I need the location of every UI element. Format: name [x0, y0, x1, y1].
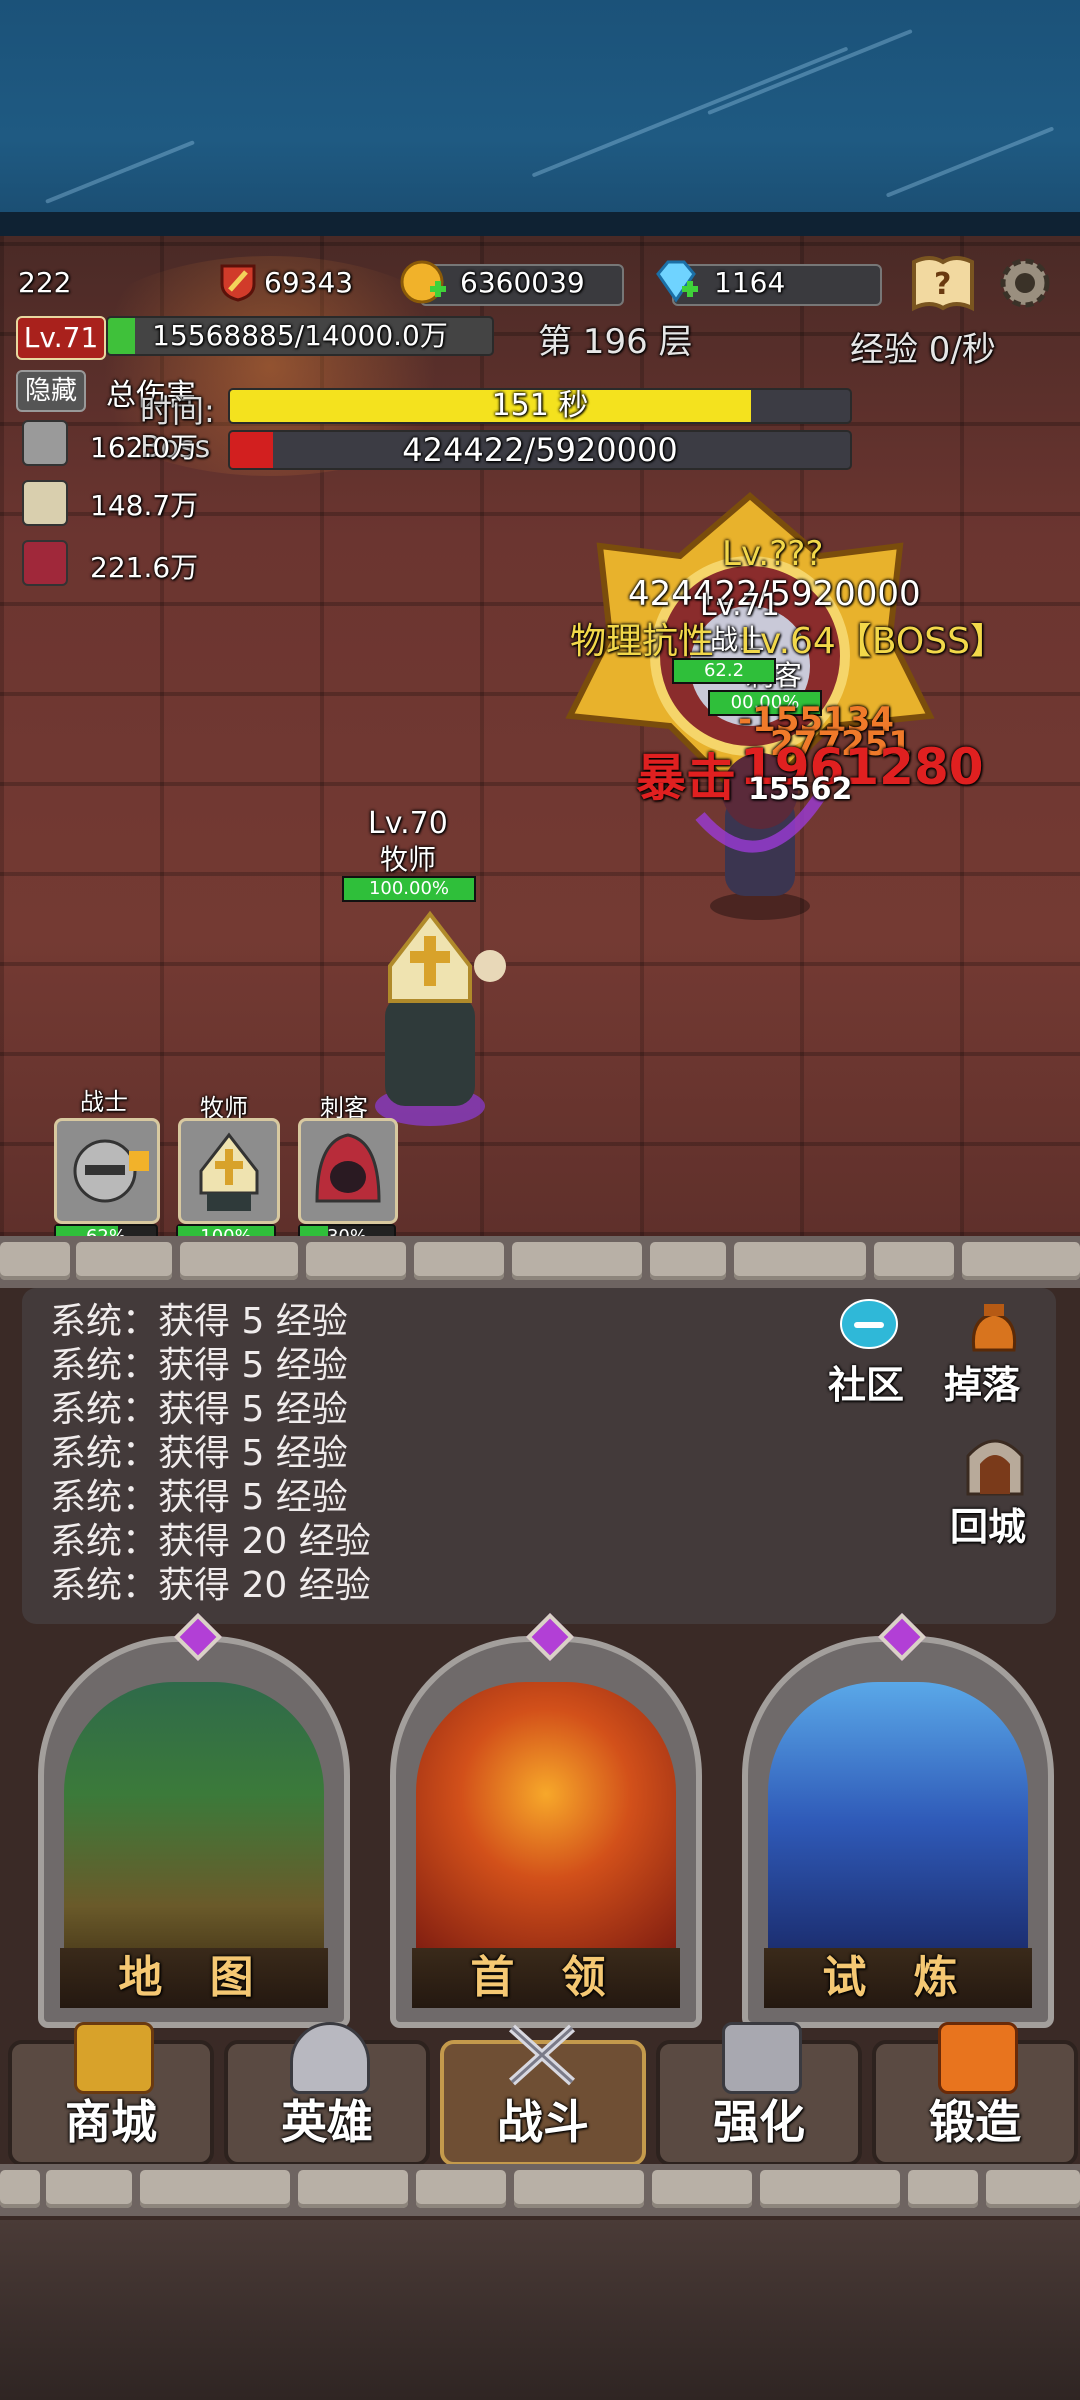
return-city-label: 回城: [950, 1505, 1027, 1549]
assassin-overlay-hp: 62.2: [672, 658, 776, 684]
assassin-portrait-icon: [22, 540, 68, 586]
priest-hat-icon: [199, 1132, 259, 1211]
priest-portrait-icon: [22, 480, 68, 526]
anvil-icon: [938, 2022, 1018, 2094]
hide-button[interactable]: 隐藏: [16, 370, 86, 412]
boss-label: 首 领: [412, 1948, 680, 2008]
time-bar: 151 秒: [228, 388, 852, 424]
stone-border-bottom: [0, 2164, 1080, 2216]
warrior-portrait-icon: [22, 420, 68, 466]
level-badge: Lv.71: [16, 316, 106, 360]
priest-level: Lv.70: [368, 806, 448, 841]
nav-forge-label: 锻造: [929, 2095, 1021, 2149]
trial-art: [768, 1682, 1028, 1962]
trial-label: 试 炼: [764, 1948, 1032, 2008]
party-name-warrior: 战士: [80, 1088, 128, 1116]
nav-battle-label: 战斗: [497, 2095, 589, 2149]
sky-background: [0, 0, 1080, 232]
warrior-helmet-icon: [73, 1139, 149, 1203]
ground-background: [0, 2220, 1080, 2400]
community-button[interactable]: 社区: [828, 1298, 912, 1407]
boss-hp-bar-label: 424422/5920000: [402, 431, 678, 469]
crossed-swords-icon: [508, 2024, 576, 2086]
nav-forge[interactable]: 锻造: [872, 2022, 1078, 2166]
priest-sprite: [375, 910, 506, 1126]
diamond-icon: [656, 260, 698, 303]
horned-helmet-icon: [290, 2022, 370, 2094]
boss-level: Lv.???: [722, 534, 824, 574]
map-art: [64, 1682, 324, 1962]
nav-shop[interactable]: 商城: [8, 2022, 214, 2166]
community-label: 社区: [828, 1363, 905, 1407]
map-card[interactable]: 地 图: [38, 1612, 350, 2028]
priest-name: 牧师: [380, 843, 437, 876]
exp-bar-label: 15568885/14000.0万: [152, 319, 448, 352]
diamond-value: 1164: [714, 266, 786, 299]
exp-bar: 15568885/14000.0万: [106, 316, 494, 356]
boss-hp-bar: 424422/5920000: [228, 430, 852, 470]
priest-hp-bar: 100.00%: [342, 876, 476, 902]
time-bar-label: 151 秒: [491, 388, 589, 423]
damage-number-3: 15562: [748, 772, 853, 807]
boss-art: [416, 1682, 676, 1962]
boss-card[interactable]: 首 领: [390, 1612, 702, 2028]
player-id: 222: [18, 266, 72, 299]
party-priest-portrait[interactable]: [178, 1118, 280, 1224]
return-city-button[interactable]: 回城: [950, 1430, 1040, 1549]
gear-icon[interactable]: [994, 252, 1056, 314]
power-icon: [220, 264, 256, 302]
castle-gate-icon: [966, 1439, 1024, 1496]
gold-value: 6360039: [460, 266, 585, 299]
nav-enhance[interactable]: 强化: [656, 2022, 862, 2166]
power-value: 69343: [264, 266, 354, 299]
nav-heroes-label: 英雄: [281, 2095, 373, 2149]
damage-warrior: 162.0万: [90, 431, 199, 464]
drops-label: 掉落: [944, 1363, 1021, 1407]
drops-button[interactable]: 掉落: [944, 1296, 1048, 1407]
nav-battle[interactable]: 战斗: [440, 2024, 646, 2166]
nav-shop-label: 商城: [65, 2095, 157, 2149]
assassin-hood-icon: [315, 1133, 381, 1203]
treasure-chest-icon: [74, 2022, 154, 2094]
party-warrior-portrait[interactable]: [54, 1118, 160, 1224]
quest-book-icon[interactable]: ?: [910, 252, 976, 314]
loot-bag-icon: [971, 1304, 1017, 1352]
chat-bubble-icon: [840, 1299, 898, 1349]
crit-label: 暴击: [636, 749, 736, 807]
floor-label: 第 196 层: [538, 322, 693, 362]
svg-text:?: ?: [934, 267, 951, 302]
nav-enhance-label: 强化: [713, 2095, 805, 2149]
hammer-icon: [722, 2022, 802, 2094]
party-assassin-portrait[interactable]: [298, 1118, 398, 1224]
trial-card[interactable]: 试 炼: [742, 1612, 1054, 2028]
stone-border-top: [0, 1236, 1080, 1288]
map-label: 地 图: [60, 1948, 328, 2008]
top-divider: [0, 212, 1080, 236]
log-line: 系统：获得 20 经验: [50, 1565, 371, 1606]
exp-rate: 经验 0/秒: [850, 330, 996, 370]
gold-coin-icon: [400, 260, 446, 304]
boss-name: 物理抗性: [570, 621, 715, 662]
nav-heroes[interactable]: 英雄: [224, 2022, 430, 2166]
damage-priest: 148.7万: [90, 489, 199, 522]
damage-assassin: 221.6万: [90, 551, 199, 584]
